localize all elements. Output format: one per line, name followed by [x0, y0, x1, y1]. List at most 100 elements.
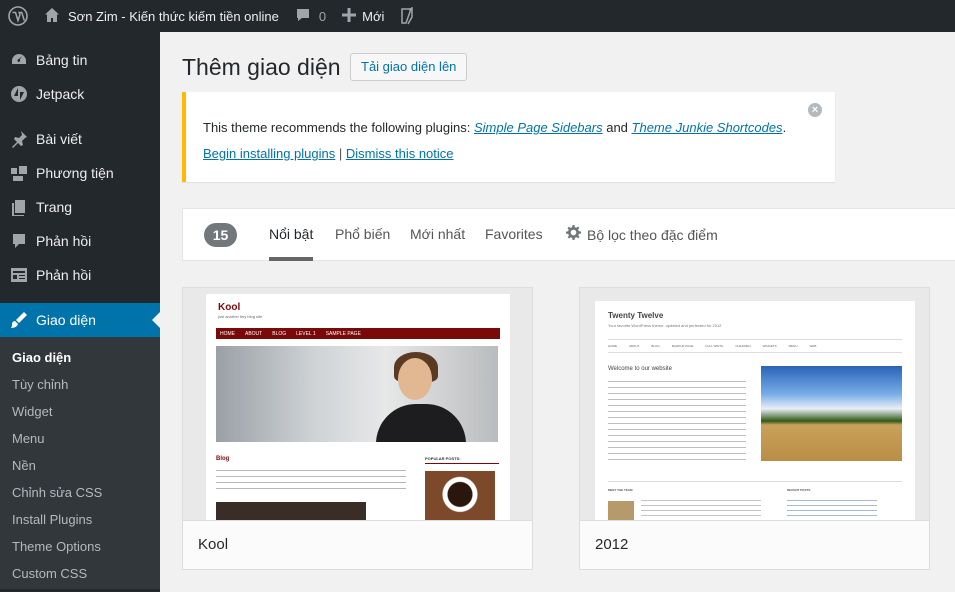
notice-suffix: .: [782, 120, 787, 135]
upload-theme-button[interactable]: Tải giao diện lên: [350, 53, 468, 81]
wordpress-logo-icon[interactable]: [0, 0, 36, 32]
yoast-seo-icon[interactable]: [392, 0, 424, 32]
preview-footer-heading: MEET THE TEAM: [608, 488, 633, 492]
notice-separator: |: [335, 146, 346, 161]
appearance-submenu: Giao diện Tùy chỉnh Widget Menu Nền Chỉn…: [0, 337, 160, 589]
submenu-item-menus[interactable]: Menu: [0, 425, 160, 452]
sidebar-item-label: Trang: [36, 199, 73, 215]
submenu-item-widgets[interactable]: Widget: [0, 398, 160, 425]
sidebar-item-label: Bài viết: [36, 131, 82, 147]
home-icon: [44, 7, 60, 26]
preview-nav-item: BLOG: [651, 344, 660, 348]
preview-nav-item: ABOUT: [245, 330, 263, 337]
preview-footer-heading: RECENT POSTS: [787, 488, 811, 492]
sidebar-item-label: Bảng tin: [36, 52, 88, 68]
comments-link[interactable]: 0: [287, 0, 334, 32]
notice-actions: Begin installing plugins | Dismiss this …: [203, 146, 454, 161]
preview-nav-item: WIDGETS: [762, 344, 777, 348]
sidebar-item-appearance[interactable]: Giao diện: [0, 303, 160, 337]
theme-card-kool[interactable]: Kool just another tiny blog site HOME AB…: [182, 287, 533, 570]
preview-footer-text: [641, 500, 761, 520]
preview-nav-item: FULL WIDTH: [705, 344, 724, 348]
sidebar-item-label: Phản hồi: [36, 233, 92, 249]
jetpack-icon: [10, 85, 28, 103]
pin-icon: [10, 130, 28, 148]
preview-body-text: [216, 470, 406, 490]
theme-card-twenty-twelve[interactable]: Twenty Twelve Your favorite WordPress th…: [579, 287, 930, 570]
preview-thumbnail: [608, 501, 634, 521]
preview-section-heading: Blog: [216, 456, 230, 462]
sidebar-item-label: Giao diện: [36, 312, 96, 328]
notice-message: This theme recommends the following plug…: [203, 120, 786, 135]
preview-tagline: just another tiny blog site: [218, 314, 263, 319]
plus-icon: [342, 7, 357, 25]
plugin-link-theme-junkie-shortcodes[interactable]: Theme Junkie Shortcodes: [632, 120, 783, 135]
submenu-item-customize[interactable]: Tùy chỉnh: [0, 371, 160, 398]
tab-favorites[interactable]: Favorites: [485, 209, 543, 261]
new-label: Mới: [362, 8, 385, 24]
sidebar-item-pages[interactable]: Trang: [0, 190, 160, 224]
submenu-item-themes[interactable]: Giao diện: [0, 344, 160, 371]
preview-hero-image: [216, 346, 498, 442]
theme-name: 2012: [580, 520, 929, 569]
plugin-recommendation-notice: This theme recommends the following plug…: [182, 92, 835, 182]
theme-screenshot[interactable]: Kool just another tiny blog site HOME AB…: [183, 288, 532, 521]
gear-icon: [566, 210, 581, 260]
notice-prefix: This theme recommends the following plug…: [203, 120, 474, 135]
tab-popular[interactable]: Phổ biến: [335, 209, 390, 261]
submenu-item-custom-css[interactable]: Custom CSS: [0, 560, 160, 587]
submenu-item-edit-css[interactable]: Chỉnh sửa CSS: [0, 479, 160, 506]
preview-tagline: Your favorite WordPress theme, updated a…: [608, 323, 723, 328]
preview-landscape-image: [761, 366, 902, 461]
plugin-link-simple-page-sidebars[interactable]: Simple Page Sidebars: [474, 120, 603, 135]
sidebar-item-label: Jetpack: [36, 86, 85, 102]
close-icon[interactable]: ×: [808, 103, 822, 117]
preview-nav: HOME ABOUT BLOG MARKUP PAGE FULL WIDTH C…: [608, 339, 902, 353]
twenty-twelve-preview: Twenty Twelve Your favorite WordPress th…: [595, 301, 915, 521]
comment-bubble-icon: [295, 7, 311, 26]
preview-nav-item: HOME: [220, 330, 235, 337]
theme-count-badge: 15: [204, 223, 237, 247]
submenu-item-background[interactable]: Nền: [0, 452, 160, 479]
preview-nav-item: LEVEL 1: [296, 330, 316, 337]
kool-preview: Kool just another tiny blog site HOME AB…: [206, 294, 510, 521]
new-content-menu[interactable]: Mới: [334, 0, 392, 32]
submenu-item-theme-options[interactable]: Theme Options: [0, 533, 160, 560]
preview-coffee-image: [425, 471, 495, 521]
preview-nav-item: HOME: [608, 344, 617, 348]
notice-and: and: [602, 120, 632, 135]
preview-nav: HOME ABOUT BLOG LEVEL 1 SAMPLE PAGE: [216, 328, 500, 339]
tab-latest[interactable]: Mới nhất: [410, 209, 465, 261]
sidebar-item-dashboard[interactable]: Bảng tin: [0, 43, 160, 77]
theme-name: Kool: [183, 520, 532, 569]
sidebar-item-media[interactable]: Phương tiện: [0, 156, 160, 190]
tab-featured[interactable]: Nổi bật: [269, 209, 314, 261]
preview-title: Twenty Twelve: [608, 311, 664, 320]
preview-post-image: [216, 502, 366, 521]
feature-filter-button[interactable]: Bộ lọc theo đặc điểm: [566, 209, 718, 261]
sidebar-item-comments[interactable]: Phản hồi: [0, 224, 160, 258]
preview-nav-item: ABOUT: [629, 344, 640, 348]
sidebar-item-feedback[interactable]: Phản hồi: [0, 258, 160, 292]
sidebar-item-label: Phản hồi: [36, 267, 92, 283]
site-name-link[interactable]: Sơn Zim - Kiến thức kiếm tiền online: [36, 0, 287, 32]
sidebar-item-posts[interactable]: Bài viết: [0, 122, 160, 156]
sidebar-item-jetpack[interactable]: Jetpack: [0, 77, 160, 111]
comments-count: 0: [318, 8, 327, 24]
dismiss-notice-link[interactable]: Dismiss this notice: [346, 146, 454, 161]
preview-nav-item: WEB: [809, 344, 817, 348]
feedback-icon: [10, 266, 28, 284]
submenu-item-install-plugins[interactable]: Install Plugins: [0, 506, 160, 533]
page-icon: [10, 198, 28, 216]
preview-welcome-heading: Welcome to our website: [608, 366, 672, 372]
site-name-label: Sơn Zim - Kiến thức kiếm tiền online: [68, 8, 279, 24]
theme-screenshot[interactable]: Twenty Twelve Your favorite WordPress th…: [580, 288, 929, 521]
sidebar-item-label: Phương tiện: [36, 165, 114, 181]
theme-filter-bar: 15 Nổi bật Phổ biến Mới nhất Favorites B…: [182, 208, 955, 261]
preview-nav-item: MARKUP PAGE: [671, 344, 694, 348]
media-icon: [10, 164, 28, 182]
begin-installing-plugins-link[interactable]: Begin installing plugins: [203, 146, 335, 161]
preview-footer-links: [787, 500, 877, 520]
preview-body-text: [608, 381, 746, 461]
admin-sidebar: Bảng tin Jetpack Bài viết Phương tiện Tr…: [0, 32, 160, 592]
